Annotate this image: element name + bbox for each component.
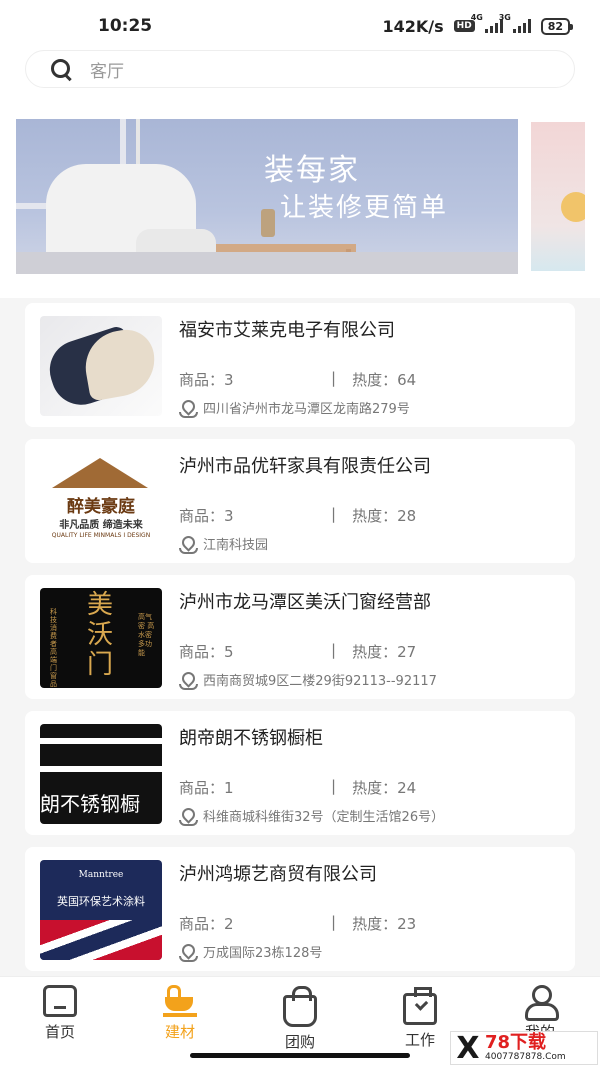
status-bar: 10:25 142K/s HD 4G 3G 82: [0, 0, 600, 52]
search-bar[interactable]: 客厅: [25, 50, 575, 88]
store-heat: 热度：24: [352, 779, 417, 797]
store-goods-count: 商品：3: [179, 507, 234, 525]
store-address: 西南商贸城9区二楼29街92113--92117: [203, 674, 437, 689]
logo-side-text: 科技消费者高端门窗品牌: [50, 608, 57, 688]
tab-label: 首页: [44, 1023, 75, 1041]
location-pin-icon: [179, 536, 198, 554]
logo-brand: Manntree: [78, 870, 124, 880]
store-heat: 热度：28: [352, 507, 417, 525]
store-goods-count: 商品：2: [179, 915, 234, 933]
location-pin-icon: [179, 808, 198, 826]
store-goods-count: 商品：3: [179, 371, 234, 389]
store-heat: 热度：23: [352, 915, 417, 933]
signal-3g-icon: 3G: [499, 13, 531, 33]
tab-work[interactable]: 工作: [380, 985, 460, 1050]
store-name: 泸州鸿塬艺商贸有限公司: [179, 864, 377, 885]
stats-separator: |: [331, 913, 337, 931]
store-thumbnail: 朗不锈钢橱: [40, 724, 162, 824]
banner-subtitle: 让装修更简单: [280, 193, 449, 223]
stats-separator: |: [331, 777, 337, 795]
location-pin-icon: [179, 944, 198, 962]
brand-logo-icon: [40, 738, 162, 772]
store-goods-count: 商品：5: [179, 643, 234, 661]
logo-text: 朗不锈钢橱: [40, 792, 140, 816]
store-goods-count: 商品：1: [179, 779, 234, 797]
store-card[interactable]: 朗不锈钢橱 朗帝朗不锈钢橱柜 商品：1 | 热度：24 科维商城科维街32号（定…: [25, 711, 575, 835]
store-card[interactable]: 福安市艾莱克电子有限公司 商品：3 | 热度：64 四川省泸州市龙马潭区龙南路2…: [25, 303, 575, 427]
shopping-bag-icon: [283, 986, 317, 1027]
store-thumbnail: 醉美豪庭 非凡品质 缔造未来 QUALITY LIFE MINMALS I DE…: [40, 452, 162, 552]
briefcase-icon: [403, 987, 437, 1025]
store-thumbnail: Manntree 英国环保艺术涂料: [40, 860, 162, 960]
store-name: 福安市艾莱克电子有限公司: [179, 320, 395, 341]
logo-text: 英国环保艺术涂料: [57, 895, 145, 908]
store-card[interactable]: 醉美豪庭 非凡品质 缔造未来 QUALITY LIFE MINMALS I DE…: [25, 439, 575, 563]
tab-label: 建材: [164, 1023, 195, 1041]
stats-separator: |: [331, 369, 337, 387]
store-address: 科维商城科维街32号（定制生活馆26号）: [203, 810, 445, 825]
banner-slide[interactable]: 装每家 让装修更简单: [16, 119, 518, 274]
store-heat: 热度：64: [352, 371, 417, 389]
bathtub-icon: [163, 985, 197, 1017]
tab-label: 团购: [284, 1033, 315, 1051]
logo-text: 美沃门: [86, 590, 113, 680]
store-name: 泸州市品优轩家具有限责任公司: [179, 456, 431, 477]
store-address: 四川省泸州市龙马潭区龙南路279号: [203, 402, 410, 417]
banner-next-slide[interactable]: [531, 122, 585, 271]
store-thumbnail: 科技消费者高端门窗品牌 美沃门 高气密 高水密 多功能: [40, 588, 162, 688]
battery-icon: 82: [540, 17, 574, 35]
search-input[interactable]: 客厅: [90, 57, 124, 82]
network-speed: 142K/s: [382, 16, 444, 36]
logo-slogan: 非凡品质 缔造未来: [59, 520, 143, 531]
store-heat: 热度：27: [352, 643, 417, 661]
banner-vase: [261, 209, 275, 237]
location-pin-icon: [179, 672, 198, 690]
user-icon: [523, 985, 559, 1021]
store-thumbnail: [40, 316, 162, 416]
watermark-url: 4007787878.Com: [485, 1052, 566, 1062]
store-card[interactable]: 科技消费者高端门窗品牌 美沃门 高气密 高水密 多功能 泸州市龙马潭区美沃门窗经…: [25, 575, 575, 699]
store-card[interactable]: Manntree 英国环保艺术涂料 泸州鸿塬艺商贸有限公司 商品：2 | 热度：…: [25, 847, 575, 971]
location-pin-icon: [179, 400, 198, 418]
logo-text: 醉美豪庭: [67, 497, 135, 517]
watermark-x-icon: X: [456, 1030, 480, 1066]
watermark: X 78下载 4007787878.Com: [450, 1030, 598, 1066]
watermark-brand: 78下载: [485, 1032, 547, 1053]
tab-home[interactable]: 首页: [20, 985, 100, 1042]
tab-materials[interactable]: 建材: [140, 985, 220, 1042]
search-icon: [50, 58, 72, 80]
store-address: 江南科技园: [203, 538, 269, 553]
home-icon: [43, 985, 77, 1017]
banner-title: 装每家: [264, 153, 360, 188]
store-name: 泸州市龙马潭区美沃门窗经营部: [179, 592, 431, 613]
logo-side-text: 高气密 高水密 多功能: [138, 613, 155, 657]
store-address: 万成国际23栋128号: [203, 946, 323, 961]
tab-group-buy[interactable]: 团购: [260, 985, 340, 1052]
status-time: 10:25: [98, 16, 153, 36]
tab-label: 工作: [404, 1031, 435, 1049]
stats-separator: |: [331, 641, 337, 659]
home-indicator[interactable]: [190, 1053, 410, 1058]
stats-separator: |: [331, 505, 337, 523]
union-flag-icon: [40, 920, 162, 960]
logo-sub: QUALITY LIFE MINMALS I DESIGN: [51, 532, 151, 539]
banner-floor: [16, 252, 518, 274]
store-name: 朗帝朗不锈钢橱柜: [179, 728, 323, 749]
house-roof-icon: [52, 458, 148, 488]
